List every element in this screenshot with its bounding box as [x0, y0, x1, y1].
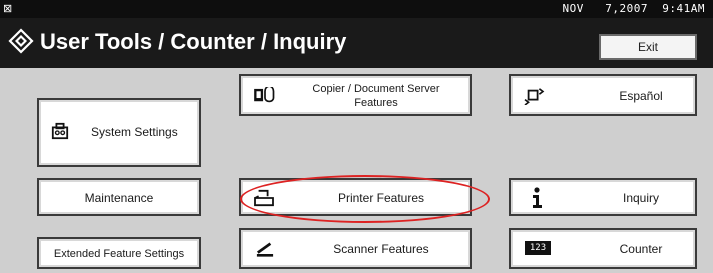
inquiry-button[interactable]: Inquiry	[509, 178, 697, 216]
printer-icon	[254, 189, 274, 207]
extended-feature-settings-button[interactable]: Extended Feature Settings	[37, 237, 201, 269]
language-label: Español	[619, 89, 663, 103]
counter-label: Counter	[619, 242, 663, 256]
system-settings-button[interactable]: System Settings	[37, 98, 201, 167]
system-settings-icon	[51, 122, 69, 140]
copier-document-server-button[interactable]: Copier / Document Server Features	[239, 74, 472, 116]
printer-features-label: Printer Features	[337, 191, 425, 205]
copier-icon	[254, 87, 275, 103]
inquiry-label: Inquiry	[622, 191, 660, 205]
scanner-features-button[interactable]: Scanner Features	[239, 228, 472, 269]
system-settings-label: System Settings	[91, 125, 178, 139]
language-icon	[524, 88, 545, 105]
extended-feature-settings-label: Extended Feature Settings	[53, 248, 185, 260]
printer-features-button[interactable]: Printer Features	[239, 178, 472, 216]
scanner-icon	[256, 242, 274, 257]
counter-icon: 123	[525, 241, 551, 255]
copier-label: Copier / Document Server Features	[312, 83, 440, 109]
maintenance-button[interactable]: Maintenance	[37, 178, 201, 216]
status-icon: ⊠	[3, 3, 13, 15]
info-icon	[533, 187, 542, 208]
language-button[interactable]: Español	[509, 74, 697, 116]
user-tools-icon	[8, 28, 34, 54]
maintenance-label: Maintenance	[84, 191, 154, 205]
scanner-features-label: Scanner Features	[333, 242, 429, 256]
title-bar: User Tools / Counter / Inquiry Exit	[0, 18, 713, 68]
status-bar: ⊠ NOV 7,2007 9:41AM	[0, 0, 713, 18]
counter-button[interactable]: 123 Counter	[509, 228, 697, 269]
exit-button[interactable]: Exit	[599, 34, 697, 60]
page-title: User Tools / Counter / Inquiry	[40, 29, 347, 54]
date-time: NOV 7,2007 9:41AM	[562, 2, 705, 15]
